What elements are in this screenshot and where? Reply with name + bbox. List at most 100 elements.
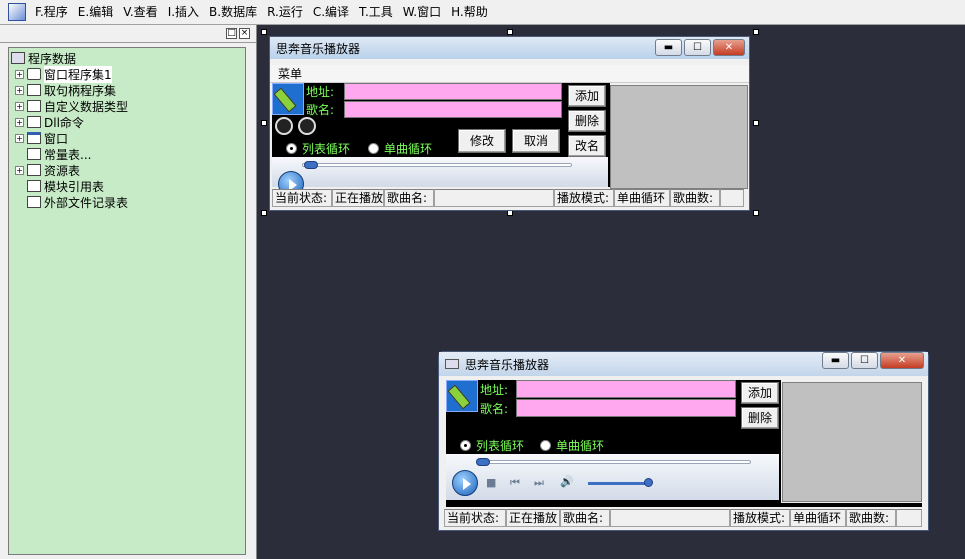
rename-button[interactable]: 改名 [568,135,606,157]
menu-insert[interactable]: I.插入 [163,0,204,25]
song-field[interactable] [344,101,562,118]
window-title: 思奔音乐播放器 [276,41,361,56]
menu-program[interactable]: F.程序 [30,0,73,25]
tree-item-external-files[interactable]: 外部文件记录表 [11,194,243,210]
playlist-box[interactable] [610,85,748,189]
radio-list-label: 列表循环 [302,142,351,156]
timer-icon [275,117,293,135]
maximize-button[interactable]: ☐ [851,352,878,369]
tree-item-dll[interactable]: + Dll命令 [11,114,243,130]
address-label: 地址: [480,383,509,397]
stop-icon[interactable]: ■ [486,476,496,489]
address-field[interactable] [516,380,736,398]
menu-edit[interactable]: E.编辑 [73,0,118,25]
window-menu[interactable]: 菜单 [270,65,749,83]
seek-bar[interactable] [476,460,751,464]
menu-view[interactable]: V.查看 [118,0,162,25]
selection-handle[interactable] [753,29,759,35]
menu-database[interactable]: B.数据库 [204,0,262,25]
tree-item-label: 模块引用表 [44,179,105,194]
seek-bar[interactable] [302,163,572,167]
playlist-box[interactable] [782,382,922,502]
address-field[interactable] [344,83,562,100]
radio-list-loop[interactable]: 列表循环 [460,437,524,454]
expand-icon[interactable]: + [15,69,24,79]
menu-label[interactable]: 菜单 [278,67,302,81]
tree-item-custom-types[interactable]: + 自定义数据类型 [11,98,243,114]
radio-list-loop[interactable]: 列表循环 [286,140,350,157]
next-icon[interactable]: ⏭ [534,476,544,490]
selection-handle[interactable] [753,210,759,216]
status-count-value [720,189,744,207]
status-song-value [434,189,554,207]
expand-icon[interactable]: + [15,85,24,95]
delete-button[interactable]: 删除 [568,110,606,132]
tree-item-module-refs[interactable]: 模块引用表 [11,178,243,194]
media-player-bar [272,157,608,197]
cancel-button[interactable]: 取消 [512,129,560,153]
seek-thumb[interactable] [304,161,318,169]
tree-root[interactable]: 程序数据 [11,50,243,66]
status-song-value [610,509,730,527]
tree-item-constants[interactable]: 常量表... [11,146,243,162]
song-field[interactable] [516,399,736,417]
tree-item-window[interactable]: + 窗口 [11,130,243,146]
design-window[interactable]: 思奔音乐播放器 ▬ ☐ ✕ 菜单 地址: 歌名: 列表循环 单曲循环 修改 取消 [269,36,750,211]
design-window-titlebar[interactable]: 思奔音乐播放器 ▬ ☐ ✕ [270,37,749,59]
selection-handle[interactable] [261,120,267,126]
minimize-button[interactable]: ▬ [822,352,849,369]
constant-icon [27,148,41,160]
window-title: 思奔音乐播放器 [465,357,550,372]
radio-single-label: 单曲循环 [556,439,605,453]
tree-item-label: 常量表... [44,147,92,162]
tree-item-resources[interactable]: + 资源表 [11,162,243,178]
player-panel: 地址: 歌名: 列表循环 单曲循环 修改 取消 [272,83,610,197]
status-mode-value: 单曲循环 [614,189,670,207]
type-icon [27,100,41,112]
preview-window[interactable]: 思奔音乐播放器 ▬ ☐ ✕ 地址: 歌名: 列表循环 单曲循环 ■ ⏮ ⏭ 🔊 [438,351,929,531]
expand-icon[interactable]: + [15,165,24,175]
add-button[interactable]: 添加 [741,382,779,404]
module-icon [27,84,41,96]
seek-thumb[interactable] [476,458,490,466]
status-count-label: 歌曲数: [670,189,720,207]
selection-handle[interactable] [507,29,513,35]
radio-single-loop[interactable]: 单曲循环 [368,140,432,157]
tree-item-window-module[interactable]: + 窗口程序集1 [11,65,243,83]
play-icon[interactable] [452,470,478,496]
radio-selected-icon [286,143,297,154]
menu-compile[interactable]: C.编译 [308,0,354,25]
menu-help[interactable]: H.帮助 [446,0,493,25]
minimize-button[interactable]: ▬ [655,39,682,56]
selection-handle[interactable] [261,29,267,35]
volume-thumb[interactable] [644,478,653,487]
panel-close-button[interactable]: × [239,28,250,39]
expand-icon[interactable]: + [15,117,24,127]
project-tree: 程序数据 + 窗口程序集1 + 取句柄程序集 + 自定义数据类型 + Dll命令… [8,47,246,555]
menu-run[interactable]: R.运行 [262,0,308,25]
modify-button[interactable]: 修改 [458,129,506,153]
panel-restore-button[interactable]: □ [226,28,237,39]
expand-icon[interactable]: + [15,133,24,143]
previous-icon[interactable]: ⏮ [510,476,520,490]
menu-tools[interactable]: T.工具 [354,0,398,25]
volume-icon[interactable]: 🔊 [560,475,574,488]
volume-track[interactable] [588,482,648,485]
add-button[interactable]: 添加 [568,85,606,107]
menu-window[interactable]: W.窗口 [398,0,446,25]
radio-single-loop[interactable]: 单曲循环 [540,437,604,454]
module-icon [27,68,41,80]
preview-window-titlebar[interactable]: 思奔音乐播放器 ▬ ☐ ✕ [439,352,928,376]
selection-handle[interactable] [753,120,759,126]
song-label: 歌名: [306,103,335,117]
close-button[interactable]: ✕ [880,352,924,369]
maximize-button[interactable]: ☐ [684,39,711,56]
selection-handle[interactable] [261,210,267,216]
close-button[interactable]: ✕ [713,39,745,56]
tree-item-label: Dll命令 [44,115,84,130]
delete-button[interactable]: 删除 [741,407,779,429]
tree-item-handle-module[interactable]: + 取句柄程序集 [11,82,243,98]
tree-root-label: 程序数据 [28,51,77,66]
player-logo [272,83,304,115]
expand-icon[interactable]: + [15,101,24,111]
